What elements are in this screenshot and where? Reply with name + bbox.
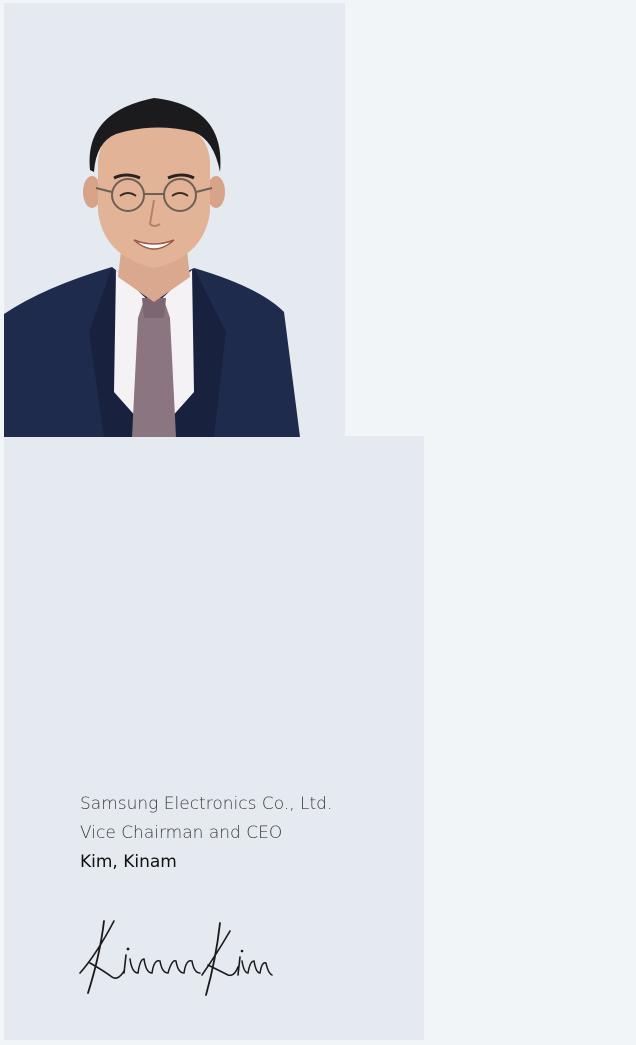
executive-name: Kim, Kinam xyxy=(80,852,177,872)
executive-caption: Samsung Electronics Co., Ltd. Vice Chair… xyxy=(80,790,332,877)
company-name: Samsung Electronics Co., Ltd. xyxy=(80,794,333,814)
handwritten-signature xyxy=(79,920,273,996)
executive-title: Vice Chairman and CEO xyxy=(80,823,283,843)
portrait-photo xyxy=(4,98,300,437)
